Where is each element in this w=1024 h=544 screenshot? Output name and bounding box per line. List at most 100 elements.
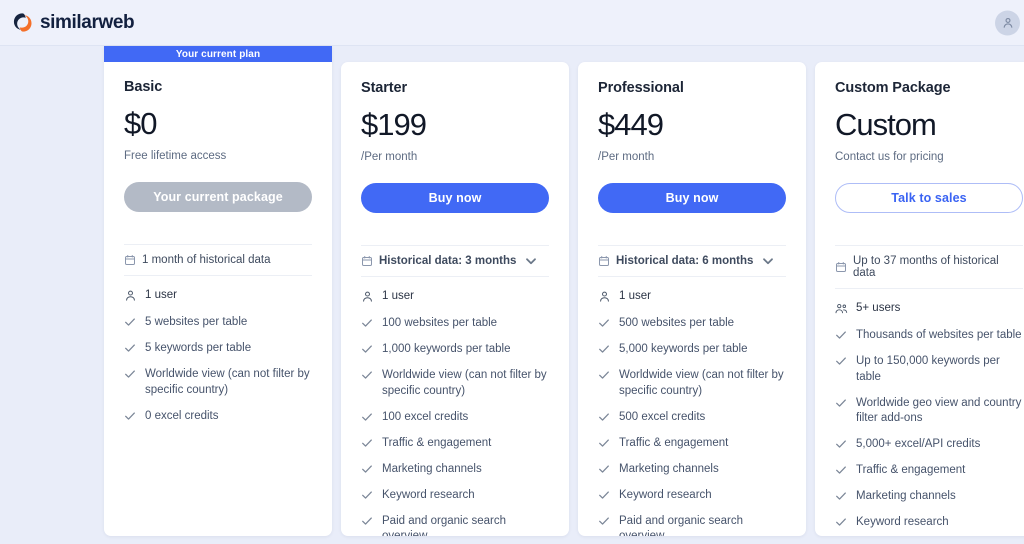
feature-glyph (835, 489, 848, 502)
feature-text: 5 websites per table (145, 316, 248, 329)
feature-text: 5,000+ excel/API credits (856, 438, 981, 451)
feature-text: Worldwide view (can not filter by specif… (145, 368, 310, 396)
feature-item: Keyword research (361, 488, 549, 504)
avatar[interactable] (995, 10, 1021, 35)
historical-data-row: Up to 37 months of historical data (835, 244, 1023, 289)
feature-item: Keyword research (598, 488, 786, 504)
historical-data-row[interactable]: Historical data: 3 months (361, 244, 549, 277)
historical-data-row[interactable]: Historical data: 6 months (598, 244, 786, 277)
check-icon (599, 491, 609, 499)
check-icon (599, 465, 609, 473)
plan-price: Custom (835, 107, 937, 142)
feature-glyph (598, 488, 611, 501)
feature-item: 5 websites per table (124, 315, 312, 331)
feature-item: Up to 150,000 keywords per table (835, 354, 1023, 385)
feature-glyph (361, 410, 374, 423)
check-icon (125, 412, 135, 420)
historical-data-label: 1 month of historical data (142, 253, 271, 266)
feature-item-users: 1 user (124, 288, 312, 304)
single-user-icon (600, 291, 609, 302)
check-icon (362, 517, 372, 525)
feature-glyph (598, 289, 611, 303)
check-icon (362, 413, 372, 421)
feature-glyph (598, 462, 611, 475)
historical-data-label: Up to 37 months of historical data (853, 254, 999, 279)
feature-glyph (124, 341, 137, 354)
feature-item: 0 excel credits (124, 409, 312, 425)
feature-glyph (835, 463, 848, 476)
feature-text: 1 user (382, 289, 414, 302)
feature-glyph (361, 316, 374, 329)
feature-item: 100 excel credits (361, 410, 549, 426)
check-icon (362, 345, 372, 354)
feature-text: Traffic & engagement (382, 436, 492, 449)
plan-name: Starter (361, 80, 408, 96)
calendar-icon (836, 261, 846, 272)
feature-text: Keyword research (856, 516, 949, 529)
check-icon (836, 331, 846, 339)
calendar-icon (125, 254, 135, 265)
plan-cta-button[interactable]: Talk to sales (835, 182, 1023, 213)
feature-text: Up to 150,000 keywords per table (856, 355, 1000, 383)
check-icon (125, 370, 135, 379)
check-icon (362, 319, 372, 327)
plan-cta-button[interactable]: Buy now (361, 182, 549, 213)
current-plan-badge: Your current plan (104, 46, 332, 62)
feature-glyph (835, 515, 848, 528)
pricing-card-basic: Your current plan Basic $0 Free lifetime ac… (104, 46, 332, 536)
feature-text: Worldwide geo view and country filter ad… (856, 396, 1022, 425)
plan-price-note: Contact us for pricing (835, 150, 944, 163)
feature-item: Marketing channels (835, 489, 1023, 505)
feature-glyph (835, 328, 848, 341)
feature-glyph (598, 342, 611, 355)
feature-glyph (598, 436, 611, 449)
feature-item: Traffic & engagement (361, 436, 549, 452)
feature-list: 1 user 5 websites per table 5 keywords per… (124, 276, 312, 425)
feature-text: 1 user (145, 288, 177, 301)
chevron-down-icon (763, 258, 774, 264)
historical-data-row: 1 month of historical data (124, 243, 312, 276)
plan-cta-button[interactable]: Buy now (598, 182, 786, 213)
feature-text: 500 excel credits (619, 410, 706, 423)
plan-name: Custom Package (835, 80, 951, 96)
pricing-card-professional: Professional $449/Per month Buy now Histori… (578, 62, 806, 536)
feature-glyph (361, 514, 374, 527)
feature-text: Marketing channels (619, 462, 719, 475)
feature-item: Worldwide view (can not filter by specif… (598, 368, 786, 399)
feature-glyph (361, 462, 374, 475)
feature-glyph (361, 488, 374, 501)
check-icon (362, 439, 372, 447)
calendar-icon (599, 255, 609, 266)
feature-glyph (598, 514, 611, 527)
feature-text: 500 websites per table (619, 317, 735, 330)
check-icon (836, 399, 846, 407)
feature-text: 100 websites per table (382, 317, 498, 330)
plan-price-note: Free lifetime access (124, 149, 227, 162)
feature-item: Traffic & engagement (598, 436, 786, 452)
feature-text: 1,000 keywords per table (382, 343, 511, 356)
feature-list: 1 user 500 websites per table 5,000 keywor… (598, 277, 786, 536)
brand-logo[interactable]: similarweb (12, 12, 135, 34)
plan-cta-button[interactable]: Your current package (124, 181, 312, 212)
feature-item: 5,000 keywords per table (598, 342, 786, 358)
feature-glyph (361, 436, 374, 449)
user-avatar-icon (1003, 17, 1013, 28)
check-icon (599, 319, 609, 327)
feature-text: 1 user (619, 289, 651, 302)
feature-item-users: 5+ users (835, 301, 1023, 317)
calendar-icon (362, 255, 372, 266)
check-icon (599, 413, 609, 421)
account-menu[interactable]: S (995, 10, 1024, 35)
feature-text: 5,000 keywords per table (619, 343, 748, 356)
feature-text: Worldwide view (can not filter by specif… (619, 369, 784, 397)
feature-glyph (598, 368, 611, 381)
feature-text: Traffic & engagement (619, 436, 729, 449)
feature-item-users: 1 user (598, 289, 786, 305)
pricing-card-custom-package: Custom Package Custom Contact us for prici… (815, 62, 1024, 536)
feature-glyph (835, 354, 848, 367)
feature-item: Keyword research (835, 515, 1023, 531)
feature-glyph (124, 288, 137, 302)
feature-text: Marketing channels (856, 490, 956, 503)
feature-glyph (124, 315, 137, 328)
multi-user-icon (835, 303, 848, 313)
